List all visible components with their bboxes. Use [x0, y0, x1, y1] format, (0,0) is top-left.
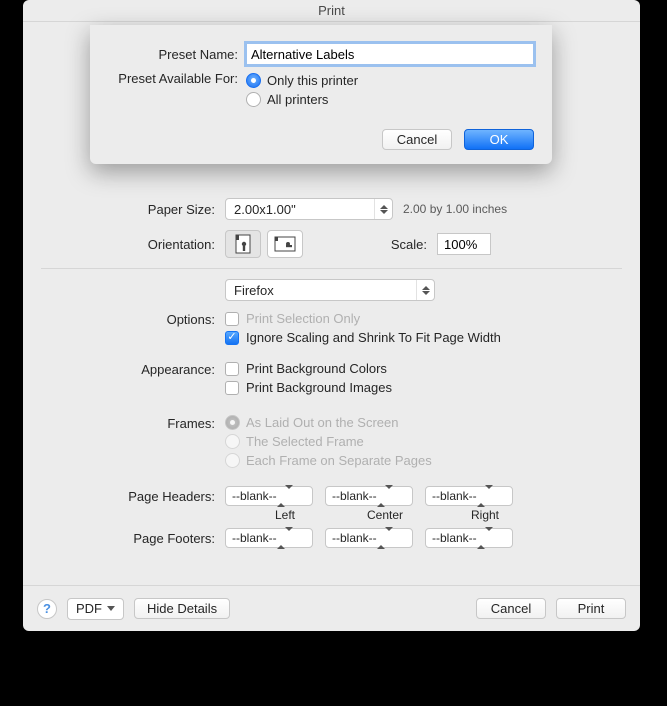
cancel-button[interactable]: Cancel	[476, 598, 546, 619]
frames-aslaid-radio	[225, 415, 240, 430]
landscape-icon	[274, 235, 296, 253]
ignore-scaling-label: Ignore Scaling and Shrink To Fit Page Wi…	[246, 330, 501, 345]
paper-size-value: 2.00x1.00"	[234, 202, 296, 217]
col-right-label: Right	[435, 508, 535, 522]
frames-each-label: Each Frame on Separate Pages	[246, 453, 432, 468]
bg-images-checkbox[interactable]	[225, 381, 239, 395]
paper-size-hint: 2.00 by 1.00 inches	[403, 202, 507, 216]
updown-arrows-icon	[477, 489, 492, 503]
header-left-select[interactable]: --blank--	[225, 486, 313, 506]
footers-label: Page Footers:	[41, 531, 225, 546]
hide-details-button[interactable]: Hide Details	[134, 598, 230, 619]
paper-size-select[interactable]: 2.00x1.00"	[225, 198, 393, 220]
updown-arrows-icon	[377, 531, 392, 545]
frames-selected-label: The Selected Frame	[246, 434, 364, 449]
ignore-scaling-checkbox[interactable]	[225, 331, 239, 345]
app-section-select[interactable]: Firefox	[225, 279, 435, 301]
updown-arrows-icon	[477, 531, 492, 545]
footer-center-select[interactable]: --blank--	[325, 528, 413, 548]
frames-label: Frames:	[41, 415, 225, 431]
sheet-cancel-button[interactable]: Cancel	[382, 129, 452, 150]
scale-input[interactable]	[437, 233, 491, 255]
preset-available-label: Preset Available For:	[108, 71, 246, 86]
updown-arrows-icon	[416, 280, 434, 300]
frames-each-radio	[225, 453, 240, 468]
print-dialog: Print Preset Name: Preset Available For:…	[23, 0, 640, 631]
updown-arrows-icon	[377, 489, 392, 503]
col-left-label: Left	[235, 508, 335, 522]
pdf-menu-button[interactable]: PDF	[67, 598, 124, 620]
radio-all-label: All printers	[267, 92, 328, 107]
radio-only-this-printer[interactable]	[246, 73, 261, 88]
print-selection-checkbox[interactable]	[225, 312, 239, 326]
options-label: Options:	[41, 311, 225, 327]
frames-aslaid-label: As Laid Out on the Screen	[246, 415, 398, 430]
paper-size-label: Paper Size:	[41, 202, 225, 217]
header-right-select[interactable]: --blank--	[425, 486, 513, 506]
bg-colors-label: Print Background Colors	[246, 361, 387, 376]
updown-arrows-icon	[277, 489, 292, 503]
divider	[41, 268, 622, 269]
frames-selected-radio	[225, 434, 240, 449]
print-button[interactable]: Print	[556, 598, 626, 619]
appearance-label: Appearance:	[41, 361, 225, 377]
dialog-footer: ? PDF Hide Details Cancel Print	[23, 585, 640, 631]
print-options-body: Paper Size: 2.00x1.00" 2.00 by 1.00 inch…	[23, 190, 640, 585]
save-preset-sheet: Preset Name: Preset Available For: Only …	[90, 25, 552, 164]
orientation-landscape-button[interactable]	[267, 230, 303, 258]
portrait-icon	[234, 234, 252, 254]
bg-images-label: Print Background Images	[246, 380, 392, 395]
radio-all-printers[interactable]	[246, 92, 261, 107]
header-center-select[interactable]: --blank--	[325, 486, 413, 506]
updown-arrows-icon	[374, 199, 392, 219]
app-section-value: Firefox	[234, 283, 274, 298]
col-center-label: Center	[335, 508, 435, 522]
preset-name-input[interactable]	[246, 43, 534, 65]
preset-name-label: Preset Name:	[108, 47, 246, 62]
scale-label: Scale:	[387, 237, 437, 252]
updown-arrows-icon	[277, 531, 292, 545]
footer-right-select[interactable]: --blank--	[425, 528, 513, 548]
sheet-ok-button[interactable]: OK	[464, 129, 534, 150]
headers-label: Page Headers:	[41, 489, 225, 504]
orientation-label: Orientation:	[41, 237, 225, 252]
bg-colors-checkbox[interactable]	[225, 362, 239, 376]
window-title: Print	[23, 0, 640, 22]
orientation-portrait-button[interactable]	[225, 230, 261, 258]
print-selection-label: Print Selection Only	[246, 311, 360, 326]
footer-left-select[interactable]: --blank--	[225, 528, 313, 548]
radio-only-label: Only this printer	[267, 73, 358, 88]
help-button[interactable]: ?	[37, 599, 57, 619]
